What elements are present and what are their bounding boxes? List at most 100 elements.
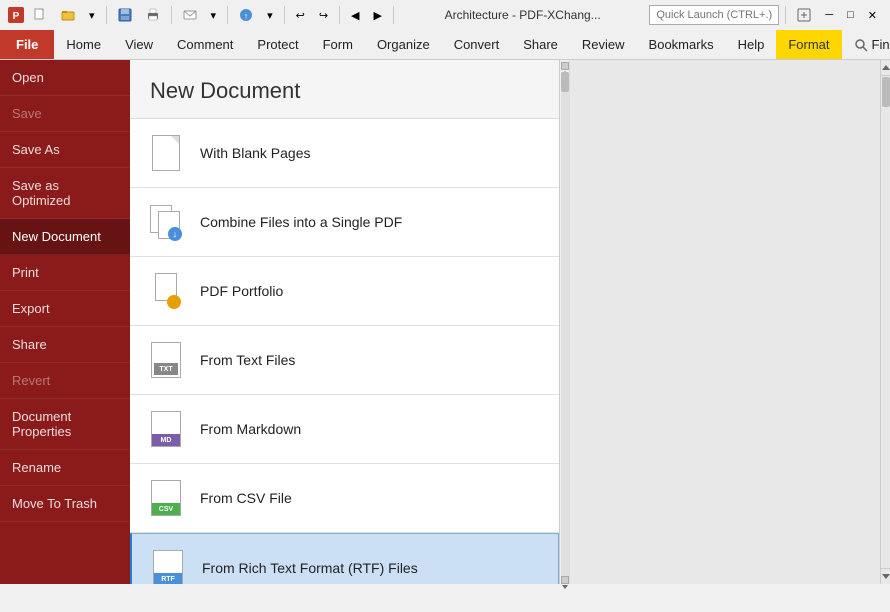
option-markdown[interactable]: MD From Markdown <box>130 395 559 464</box>
sidebar: Open Save Save As Save as Optimized New … <box>0 60 130 584</box>
vscroll-up-btn[interactable] <box>881 60 890 76</box>
menu-view[interactable]: View <box>113 30 165 59</box>
menu-form[interactable]: Form <box>311 30 365 59</box>
redo-btn[interactable]: ↪ <box>314 4 333 26</box>
svg-text:P: P <box>13 11 20 22</box>
md-shape: MD <box>151 411 181 447</box>
menu-convert[interactable]: Convert <box>442 30 512 59</box>
close-btn[interactable]: ✕ <box>863 4 882 26</box>
combine-arrow: ↓ <box>168 227 182 241</box>
new-icon <box>33 8 47 22</box>
email-dropdown-btn[interactable]: ▾ <box>206 4 222 26</box>
send-btn[interactable]: ↑ <box>234 4 258 26</box>
open-btn[interactable] <box>56 4 80 26</box>
menu-home[interactable]: Home <box>54 30 113 59</box>
menu-find[interactable]: Find... <box>842 30 890 59</box>
new-doc-panel: New Document With Blank Pages ↓ <box>130 60 560 584</box>
zoom-btn[interactable] <box>792 4 816 26</box>
scroll-thumb[interactable] <box>561 72 569 92</box>
option-blank[interactable]: With Blank Pages <box>130 119 559 188</box>
txt-icon: TXT <box>146 338 186 382</box>
send-icon: ↑ <box>239 8 253 22</box>
sidebar-item-save-optimized[interactable]: Save as Optimized <box>0 168 130 219</box>
sep5 <box>339 6 340 24</box>
txt-badge: TXT <box>154 363 178 375</box>
scroll-down-icon <box>562 585 568 589</box>
sidebar-item-share[interactable]: Share <box>0 327 130 363</box>
option-blank-label: With Blank Pages <box>200 145 311 161</box>
sep6 <box>393 6 394 24</box>
rtf-icon: RTF <box>148 546 188 584</box>
portfolio-shape <box>151 273 181 309</box>
portfolio-badge <box>167 295 181 309</box>
scroll-up-btn[interactable] <box>561 62 569 70</box>
vscroll-thumb[interactable] <box>882 77 890 107</box>
option-csv-label: From CSV File <box>200 490 292 506</box>
scroll-track <box>561 72 569 576</box>
main-layout: Open Save Save As Save as Optimized New … <box>0 60 890 584</box>
menu-file[interactable]: File <box>0 30 54 59</box>
vscroll-down-btn[interactable] <box>881 568 890 584</box>
panel-title: New Document <box>130 60 559 119</box>
sidebar-item-export[interactable]: Export <box>0 291 130 327</box>
menu-organize[interactable]: Organize <box>365 30 442 59</box>
menu-review[interactable]: Review <box>570 30 637 59</box>
maximize-btn[interactable]: □ <box>842 4 859 26</box>
print-btn[interactable] <box>141 4 165 26</box>
csv-badge: CSV <box>152 503 180 515</box>
option-rtf[interactable]: RTF From Rich Text Format (RTF) Files <box>130 533 559 584</box>
main-vscroll[interactable] <box>880 60 890 584</box>
sidebar-item-new-document[interactable]: New Document <box>0 219 130 255</box>
open-dropdown-btn[interactable]: ▾ <box>84 4 100 26</box>
menu-comment[interactable]: Comment <box>165 30 245 59</box>
print-icon <box>146 8 160 22</box>
menu-right: Format Find... <box>776 30 890 59</box>
undo-btn[interactable]: ↩ <box>291 4 310 26</box>
save-btn[interactable] <box>113 4 137 26</box>
option-combine[interactable]: ↓ Combine Files into a Single PDF <box>130 188 559 257</box>
sidebar-item-save-as[interactable]: Save As <box>0 132 130 168</box>
portfolio-icon <box>146 269 186 313</box>
toolbar-area: P ▾ <box>8 4 882 26</box>
sidebar-item-print[interactable]: Print <box>0 255 130 291</box>
sidebar-item-doc-props[interactable]: Document Properties <box>0 399 130 450</box>
sidebar-item-rename[interactable]: Rename <box>0 450 130 486</box>
title-text: Architecture - PDF-XChang... <box>400 8 645 22</box>
back-btn[interactable]: ◀ <box>346 4 364 26</box>
vscroll-down-icon <box>882 574 890 579</box>
sidebar-item-save: Save <box>0 96 130 132</box>
menu-share[interactable]: Share <box>511 30 570 59</box>
minimize-btn[interactable]: ─ <box>820 4 838 26</box>
blank-page-icon <box>146 131 186 175</box>
md-icon: MD <box>146 407 186 451</box>
option-rtf-label: From Rich Text Format (RTF) Files <box>202 560 418 576</box>
menu-help[interactable]: Help <box>726 30 777 59</box>
panel-scrollbar[interactable] <box>560 60 570 584</box>
find-icon <box>854 38 868 52</box>
csv-shape: CSV <box>151 480 181 516</box>
menu-bookmarks[interactable]: Bookmarks <box>637 30 726 59</box>
option-text[interactable]: TXT From Text Files <box>130 326 559 395</box>
option-markdown-label: From Markdown <box>200 421 301 437</box>
svg-text:↑: ↑ <box>244 11 249 21</box>
option-portfolio-label: PDF Portfolio <box>200 283 283 299</box>
scroll-down-btn[interactable] <box>561 576 569 584</box>
doc-options: With Blank Pages ↓ Combine Files into a … <box>130 119 559 584</box>
sidebar-item-move-trash[interactable]: Move To Trash <box>0 486 130 522</box>
new-btn[interactable] <box>28 4 52 26</box>
sep1 <box>106 6 107 24</box>
menu-format[interactable]: Format <box>776 30 841 59</box>
blank-page-shape <box>152 135 180 171</box>
option-csv[interactable]: CSV From CSV File <box>130 464 559 533</box>
search-input[interactable] <box>649 5 779 25</box>
menu-protect[interactable]: Protect <box>245 30 310 59</box>
open-icon <box>61 8 75 22</box>
sidebar-item-open[interactable]: Open <box>0 60 130 96</box>
email-btn[interactable] <box>178 4 202 26</box>
find-label: Find... <box>872 37 890 52</box>
forward-btn[interactable]: ▶ <box>369 4 387 26</box>
email-icon <box>183 8 197 22</box>
send-dropdown-btn[interactable]: ▾ <box>262 4 278 26</box>
sidebar-item-revert: Revert <box>0 363 130 399</box>
option-portfolio[interactable]: PDF Portfolio <box>130 257 559 326</box>
